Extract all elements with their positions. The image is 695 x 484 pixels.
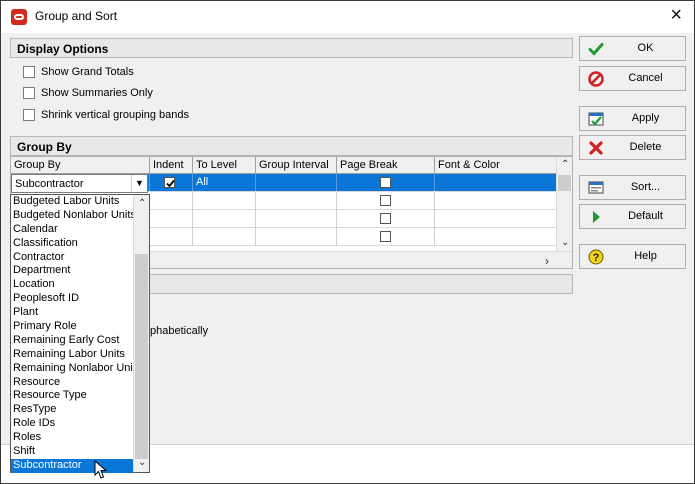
show-summaries-only-checkbox[interactable]: Show Summaries Only <box>23 85 153 101</box>
dropdown-item[interactable]: ResType <box>11 403 134 417</box>
sort-button[interactable]: Sort... <box>579 175 686 200</box>
dropdown-item[interactable]: Budgeted Labor Units <box>11 195 134 209</box>
dropdown-item[interactable]: Remaining Nonlabor Units <box>11 362 134 376</box>
group-by-dropdown-list[interactable]: Budgeted Labor Units Budgeted Nonlabor Un… <box>10 194 150 473</box>
grid-vertical-scrollbar[interactable]: ⌃ ⌄ <box>556 157 572 251</box>
checkbox-box[interactable] <box>23 87 35 99</box>
page-break-checkbox[interactable] <box>380 195 391 206</box>
dropdown-item[interactable]: Remaining Labor Units <box>11 348 134 362</box>
question-icon: ? <box>588 249 604 265</box>
group-interval-cell[interactable] <box>256 174 337 191</box>
dropdown-scrollbar[interactable]: ⌃ ⌄ <box>133 195 149 472</box>
red-x-icon <box>588 140 604 156</box>
page-break-checkbox[interactable] <box>380 177 391 188</box>
cancel-label: Cancel <box>628 72 663 84</box>
scroll-down-icon[interactable]: ⌄ <box>561 237 569 248</box>
scroll-up-icon[interactable]: ⌃ <box>561 159 569 170</box>
page-break-checkbox[interactable] <box>380 231 391 242</box>
checkbox-label: Shrink vertical grouping bands <box>41 109 189 121</box>
shrink-vertical-grouping-bands-checkbox[interactable]: Shrink vertical grouping bands <box>23 107 189 123</box>
dropdown-item[interactable]: Plant <box>11 306 134 320</box>
no-entry-icon <box>588 71 604 87</box>
dropdown-item[interactable]: Calendar <box>11 223 134 237</box>
checkbox-label: Show Summaries Only <box>41 87 153 99</box>
svg-text:?: ? <box>593 252 600 264</box>
window-title: Group and Sort <box>35 9 118 23</box>
column-header-group-by[interactable]: Group By <box>11 157 150 174</box>
sort-option-label: phabetically <box>150 325 209 337</box>
dropdown-item[interactable]: Primary Role <box>11 320 134 334</box>
scroll-down-icon[interactable]: ⌄ <box>138 457 146 468</box>
dropdown-item[interactable]: Remaining Early Cost <box>11 334 134 348</box>
dropdown-item[interactable]: Classification <box>11 237 134 251</box>
column-header-indent[interactable]: Indent <box>150 157 193 174</box>
close-icon[interactable]: × <box>670 5 682 25</box>
green-arrow-icon <box>588 209 604 225</box>
help-label: Help <box>634 250 657 262</box>
apply-label: Apply <box>631 112 660 124</box>
cancel-button[interactable]: Cancel <box>579 66 686 91</box>
dropdown-item[interactable]: Subcontractor <box>11 458 134 473</box>
dropdown-items: Budgeted Labor Units Budgeted Nonlabor Un… <box>11 195 134 473</box>
dropdown-item[interactable]: Budgeted Nonlabor Units <box>11 209 134 223</box>
apply-icon <box>588 111 604 127</box>
dropdown-item[interactable]: Contractor <box>11 251 134 265</box>
combobox-value: Subcontractor <box>15 178 84 190</box>
apply-button[interactable]: Apply <box>579 106 686 131</box>
dropdown-item[interactable]: Resource Type <box>11 389 134 403</box>
indent-checkbox[interactable] <box>164 177 175 188</box>
default-button[interactable]: Default <box>579 204 686 229</box>
dropdown-item[interactable]: Shift <box>11 445 134 459</box>
oracle-logo-icon <box>11 9 27 25</box>
dropdown-item[interactable]: Department <box>11 264 134 278</box>
display-options-header: Display Options <box>10 38 573 58</box>
scroll-up-icon[interactable]: ⌃ <box>138 198 146 209</box>
column-header-to-level[interactable]: To Level <box>193 157 256 174</box>
dropdown-item[interactable]: Role IDs <box>11 417 134 431</box>
font-color-cell[interactable] <box>435 174 557 191</box>
sort-dialog-icon <box>588 180 604 196</box>
column-header-page-break[interactable]: Page Break <box>337 157 435 174</box>
ok-label: OK <box>637 42 654 54</box>
delete-button[interactable]: Delete <box>579 135 686 160</box>
scroll-thumb[interactable] <box>135 254 148 459</box>
title-bar: Group and Sort × <box>1 1 694 33</box>
sort-label: Sort... <box>630 181 661 193</box>
scroll-right-icon[interactable]: › <box>545 254 549 268</box>
dropdown-item[interactable]: Resource <box>11 376 134 390</box>
delete-label: Delete <box>629 141 662 153</box>
help-button[interactable]: ? Help <box>579 244 686 269</box>
checkmark-icon <box>588 41 604 57</box>
indent-cell[interactable] <box>150 174 193 191</box>
group-and-sort-dialog: Group and Sort × Display Options Show Gr… <box>0 0 695 484</box>
group-by-header: Group By <box>10 136 573 156</box>
to-level-cell[interactable]: All <box>193 174 256 191</box>
page-break-checkbox[interactable] <box>380 213 391 224</box>
column-header-group-interval[interactable]: Group Interval <box>256 157 337 174</box>
chevron-down-icon[interactable]: ▼ <box>131 175 147 192</box>
page-break-cell[interactable] <box>337 174 435 191</box>
mouse-cursor-icon <box>94 460 108 479</box>
checkbox-box[interactable] <box>23 66 35 78</box>
dropdown-item[interactable]: Peoplesoft ID <box>11 292 134 306</box>
dropdown-item[interactable]: Location <box>11 278 134 292</box>
column-header-font-color[interactable]: Font & Color <box>435 157 557 174</box>
ok-button[interactable]: OK <box>579 36 686 61</box>
checkbox-box[interactable] <box>23 109 35 121</box>
group-by-combobox[interactable]: Subcontractor ▼ <box>11 174 148 193</box>
checkbox-label: Show Grand Totals <box>41 66 134 78</box>
show-grand-totals-checkbox[interactable]: Show Grand Totals <box>23 64 134 80</box>
scroll-thumb[interactable] <box>558 175 571 191</box>
default-label: Default <box>628 210 663 222</box>
dropdown-item[interactable]: Roles <box>11 431 134 445</box>
